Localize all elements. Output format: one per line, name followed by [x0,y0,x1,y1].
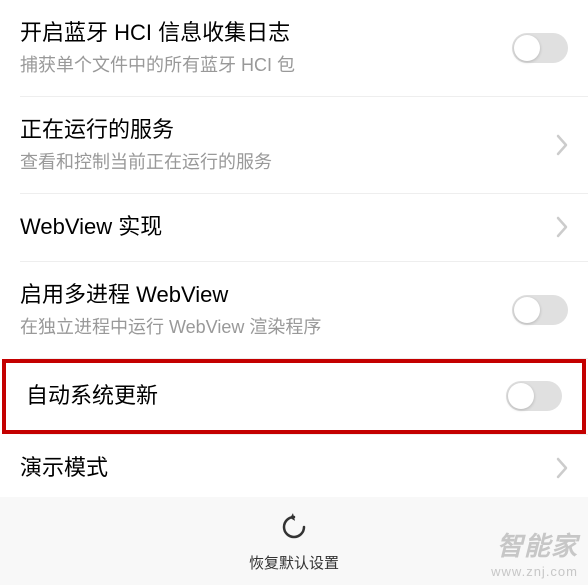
setting-demo-mode[interactable]: 演示模式 [0,435,588,502]
setting-subtitle: 在独立进程中运行 WebView 渲染程序 [20,315,512,340]
setting-title: WebView 实现 [20,212,548,243]
setting-content: 启用多进程 WebView 在独立进程中运行 WebView 渲染程序 [20,280,512,340]
setting-title: 演示模式 [20,453,548,484]
setting-webview-impl[interactable]: WebView 实现 [0,194,588,261]
setting-title: 正在运行的服务 [20,115,548,146]
watermark-url: www.znj.com [491,564,578,579]
chevron-right-icon [556,216,568,238]
setting-auto-system-update[interactable]: 自动系统更新 [2,359,586,434]
setting-subtitle: 捕获单个文件中的所有蓝牙 HCI 包 [20,53,512,78]
toggle-knob [514,35,540,61]
setting-title: 开启蓝牙 HCI 信息收集日志 [20,18,512,49]
setting-running-services[interactable]: 正在运行的服务 查看和控制当前正在运行的服务 [0,97,588,193]
setting-content: 自动系统更新 [26,381,506,412]
toggle-knob [514,297,540,323]
setting-bluetooth-hci[interactable]: 开启蓝牙 HCI 信息收集日志 捕获单个文件中的所有蓝牙 HCI 包 [0,0,588,96]
setting-content: 正在运行的服务 查看和控制当前正在运行的服务 [20,115,548,175]
setting-subtitle: 查看和控制当前正在运行的服务 [20,150,548,175]
chevron-right-icon [556,134,568,156]
reset-icon [280,513,308,546]
toggle-multi-process-webview[interactable] [512,295,568,325]
toggle-bluetooth-hci[interactable] [512,33,568,63]
settings-list: 开启蓝牙 HCI 信息收集日志 捕获单个文件中的所有蓝牙 HCI 包 正在运行的… [0,0,588,501]
toggle-auto-system-update[interactable] [506,381,562,411]
setting-multi-process-webview[interactable]: 启用多进程 WebView 在独立进程中运行 WebView 渲染程序 [0,262,588,358]
toggle-knob [508,383,534,409]
setting-title: 启用多进程 WebView [20,280,512,311]
setting-title: 自动系统更新 [26,381,506,412]
watermark-text: 智能家 [497,526,578,563]
setting-content: WebView 实现 [20,212,548,243]
setting-content: 演示模式 [20,453,548,484]
setting-content: 开启蓝牙 HCI 信息收集日志 捕获单个文件中的所有蓝牙 HCI 包 [20,18,512,78]
chevron-right-icon [556,457,568,479]
